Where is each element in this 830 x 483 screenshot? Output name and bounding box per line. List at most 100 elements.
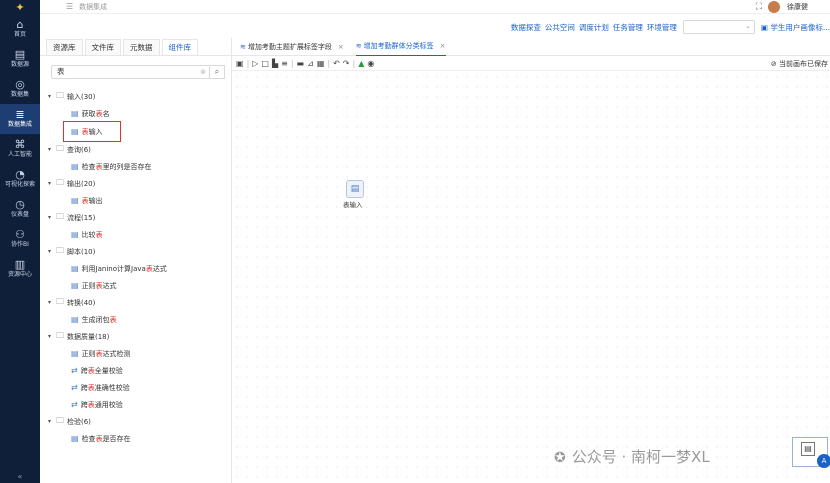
caret-down-icon[interactable]: ▾ — [48, 333, 56, 340]
tree-leaf[interactable]: ▤ 比较 表 — [46, 226, 230, 243]
grid-icon[interactable]: ▦ — [317, 59, 325, 68]
tree-group[interactable]: ▾ 🗀 查询(6) — [46, 141, 230, 158]
tree-leaf[interactable]: ▤ 检查 表 是否存在 — [46, 430, 230, 447]
tree-leaf[interactable]: ⇄ 跨 表 全量校验 — [46, 362, 230, 379]
editor-tab-1[interactable]: ≋ 增加考勤群体分类标签 × — [355, 38, 446, 56]
caret-down-icon[interactable]: ▾ — [48, 214, 56, 221]
cross-general-icon: ⇄ — [71, 400, 78, 409]
tree-leaf[interactable]: ▤ 正则 表 达式 — [46, 277, 230, 294]
tree-group[interactable]: ▾ 🗀 流程(15) — [46, 209, 230, 226]
close-icon[interactable]: × — [440, 42, 446, 50]
tree-group[interactable]: ▾ 🗀 转换(40) — [46, 294, 230, 311]
caret-down-icon[interactable]: ▾ — [48, 418, 56, 425]
nav-link-0[interactable]: 数据探查 — [511, 23, 541, 32]
tree-leaf[interactable]: ⇄ 跨 表 准确性校验 — [46, 379, 230, 396]
tree-group[interactable]: ▾ 🗀 脚本(10) — [46, 243, 230, 260]
tree-leaf[interactable]: ▤ 表 输出 — [46, 192, 230, 209]
undo-icon[interactable]: ↶ — [333, 59, 340, 68]
panel-tab-3[interactable]: 组件库 — [161, 39, 198, 55]
nav-link-2[interactable]: 调度计划 — [579, 23, 609, 32]
lock-icon[interactable]: ▲ — [358, 59, 364, 68]
regex-icon: ▤ — [71, 281, 79, 290]
nav-link-1[interactable]: 公共空间 — [545, 23, 575, 32]
align-icon[interactable]: ▬ — [297, 59, 305, 68]
help-button[interactable]: A — [817, 454, 830, 468]
search-input[interactable]: 表 ⊗ — [51, 65, 210, 79]
rail-item-8[interactable]: ▥ 资源中心 — [0, 254, 40, 284]
caret-down-icon[interactable]: ▾ — [48, 146, 56, 153]
table-input-node-icon[interactable]: ▤ — [346, 180, 364, 198]
resource-icon: ▥ — [14, 258, 26, 271]
caret-down-icon[interactable]: ▾ — [48, 299, 56, 306]
screen-link[interactable]: ▣ 学生用户画像标... — [761, 22, 830, 33]
view-icon[interactable]: ◉ — [367, 59, 374, 68]
rail-item-2[interactable]: ◎ 数据集 — [0, 74, 40, 104]
rail-item-5[interactable]: ◔ 可视化探索 — [0, 164, 40, 194]
tree-leaf[interactable]: ⇄ 跨 表 通用校验 — [46, 396, 230, 413]
toolbar-divider: | — [290, 58, 294, 68]
check-icon: ▤ — [71, 162, 79, 171]
caret-down-icon[interactable]: ▾ — [48, 93, 56, 100]
collapse-rail-icon[interactable]: « — [0, 472, 40, 481]
flow-canvas[interactable]: ▤ 表输入 ✪ 公众号 · 南柯一梦XL ▤ A — [232, 72, 830, 483]
tree-group[interactable]: ▾ 🗀 输入(30) — [46, 88, 230, 105]
panel-tabs: 资源库 文件库 元数据 组件库 — [40, 38, 231, 56]
wechat-icon: ✪ — [554, 450, 566, 466]
save-icon[interactable]: ▣ — [236, 59, 244, 68]
stop-icon[interactable]: □ — [261, 59, 269, 68]
caret-down-icon[interactable]: ▾ — [48, 248, 56, 255]
rail-item-label: 仪表盘 — [10, 211, 29, 218]
clear-icon[interactable]: ⊗ — [200, 66, 206, 78]
table-output-icon: ▤ — [71, 196, 79, 205]
tree-leaf[interactable]: ▤ 检查 表 里的列是否存在 — [46, 158, 230, 175]
rail-item-3[interactable]: ≣ 数据集成 — [0, 104, 40, 134]
preview-icon[interactable]: ▙ — [272, 59, 278, 68]
environment-select[interactable]: ⌄ — [682, 20, 755, 34]
username[interactable]: 徐康健 — [787, 2, 808, 12]
integration-icon: ≣ — [15, 108, 25, 121]
tree-leaf[interactable]: ▤ 正则 表 达式检测 — [46, 345, 230, 362]
watermark: ✪ 公众号 · 南柯一梦XL — [554, 446, 710, 467]
rail-item-0[interactable]: ⌂ 首页 — [0, 14, 40, 44]
canvas-node-label: 表输入 — [343, 201, 363, 209]
fullscreen-icon[interactable]: ⛶ — [756, 2, 762, 12]
editor-tab-0[interactable]: ≋ 增加考勤主题扩展标签字段 × — [240, 42, 344, 52]
leaf-text-highlight: 表 — [87, 366, 95, 375]
minimap[interactable]: ▤ A — [792, 437, 830, 468]
caret-down-icon[interactable]: ▾ — [48, 180, 56, 187]
rail-item-1[interactable]: ▤ 数据源 — [0, 44, 40, 74]
rail-item-label: 首页 — [13, 31, 26, 38]
tree-group[interactable]: ▾ 🗀 检验(6) — [46, 413, 230, 430]
run-icon[interactable]: ▷ — [252, 59, 258, 68]
avatar[interactable] — [768, 1, 780, 13]
save-status: ⊘ 当前画布已保存 — [771, 59, 828, 69]
leaf-text-pre: 利用Janino计算Java — [81, 264, 146, 273]
tree-leaf[interactable]: ▤ 生成闭包 表 — [46, 311, 230, 328]
tree-leaf[interactable]: ▤ 获取 表 名 — [46, 105, 230, 122]
nav-link-3[interactable]: 任务管理 — [613, 23, 643, 32]
close-icon[interactable]: × — [338, 43, 344, 51]
search-button[interactable]: ⌕ — [210, 65, 225, 79]
nav-link-4[interactable]: 环境管理 — [647, 23, 677, 32]
menu-icon[interactable]: ☰ — [66, 2, 73, 11]
exist-check-icon: ▤ — [71, 434, 79, 443]
editor-tab-label: 增加考勤主题扩展标签字段 — [247, 42, 332, 51]
tree-group[interactable]: ▾ 🗀 数据质量(18) — [46, 328, 230, 345]
editor-tabs: ≋ 增加考勤主题扩展标签字段 × ≋ 增加考勤群体分类标签 × — [232, 38, 830, 56]
tree-leaf[interactable]: ▤ 表 输入 — [63, 121, 121, 142]
rail-item-4[interactable]: ⌘ 人工智能 — [0, 134, 40, 164]
rail-item-6[interactable]: ◷ 仪表盘 — [0, 194, 40, 224]
redo-icon[interactable]: ↷ — [343, 59, 350, 68]
leaf-text-pre: 生成闭包 — [81, 315, 110, 324]
panel-tab-2[interactable]: 元数据 — [123, 39, 160, 55]
debug-icon[interactable]: ≡ — [281, 59, 288, 68]
tree-group[interactable]: ▾ 🗀 输出(20) — [46, 175, 230, 192]
chart-icon[interactable]: ⊿ — [307, 59, 314, 68]
panel-tab-1[interactable]: 文件库 — [84, 39, 121, 55]
tree-leaf[interactable]: ▤ 利用Janino计算Java 表 达式 — [46, 260, 230, 277]
panel-tab-0[interactable]: 资源库 — [46, 39, 83, 55]
rail-item-7[interactable]: ⚇ 协作BI — [0, 224, 40, 254]
tree-group-label: 流程(15) — [67, 213, 96, 222]
component-panel: 资源库 文件库 元数据 组件库 表 ⊗ ⌕ ▾ 🗀 输入(30) ▤ 获取 表 名 ▤ 表 输入 ▾… — [40, 38, 232, 483]
graph-icon: ⚇ — [15, 228, 25, 241]
